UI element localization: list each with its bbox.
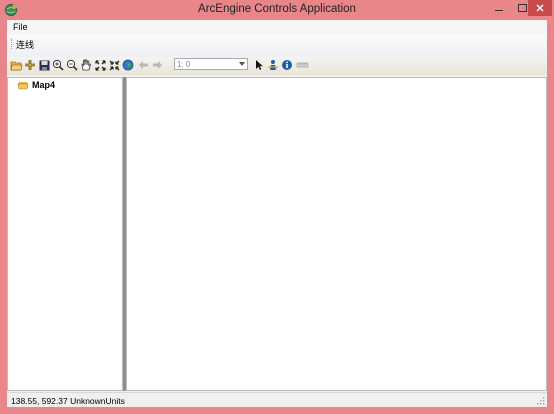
- close-button[interactable]: [528, 0, 552, 16]
- client-area: File 连线 1: 0 Map4 138.55, 592.37 Unknown…: [7, 20, 547, 407]
- identify-person-icon[interactable]: [266, 58, 280, 72]
- full-extent-globe-icon[interactable]: [121, 58, 135, 72]
- toc-map-name: Map4: [32, 80, 56, 90]
- secondary-toolstrip: 连线: [7, 35, 547, 57]
- open-folder-icon[interactable]: [9, 58, 23, 72]
- resize-grip-icon[interactable]: [536, 396, 545, 405]
- window-title: ArcEngine Controls Application: [198, 3, 356, 15]
- select-arrow-icon[interactable]: [252, 58, 266, 72]
- layers-icon: [17, 82, 29, 90]
- close-icon: [536, 4, 544, 12]
- add-data-icon[interactable]: [23, 58, 37, 72]
- application-window: ArcEngine Controls Application File 连线 1…: [0, 0, 554, 414]
- toc-map-node[interactable]: Map4: [17, 80, 55, 90]
- status-bar: 138.55, 592.37 UnknownUnits: [7, 392, 547, 407]
- zoom-out-icon[interactable]: [65, 58, 79, 72]
- map-scale-combobox[interactable]: 1: 0: [174, 58, 248, 70]
- measure-icon[interactable]: [295, 58, 309, 72]
- title-bar[interactable]: ArcEngine Controls Application: [0, 0, 554, 20]
- chevron-down-icon[interactable]: [237, 59, 247, 69]
- minimize-button[interactable]: [488, 0, 510, 16]
- status-coordinates: 138.55, 592.37 UnknownUnits: [11, 396, 125, 406]
- back-arrow-icon[interactable]: [136, 58, 150, 72]
- toolstrip-grip[interactable]: [11, 39, 14, 49]
- map-control[interactable]: [126, 77, 547, 391]
- zoom-in-icon[interactable]: [51, 58, 65, 72]
- fixed-zoom-in-icon[interactable]: [93, 58, 107, 72]
- connect-line-button[interactable]: 连线: [16, 38, 34, 51]
- table-of-contents[interactable]: Map4: [7, 77, 123, 391]
- map-toolbar: 1: 0: [7, 57, 547, 75]
- save-icon[interactable]: [37, 58, 51, 72]
- menu-file[interactable]: File: [13, 22, 28, 32]
- minimize-icon: [495, 9, 503, 11]
- pan-hand-icon[interactable]: [79, 58, 93, 72]
- fixed-zoom-out-icon[interactable]: [107, 58, 121, 72]
- menu-bar: File: [7, 20, 547, 35]
- info-icon[interactable]: [280, 58, 294, 72]
- maximize-icon: [517, 4, 527, 12]
- map-scale-value: 1: 0: [177, 60, 191, 69]
- forward-arrow-icon[interactable]: [150, 58, 164, 72]
